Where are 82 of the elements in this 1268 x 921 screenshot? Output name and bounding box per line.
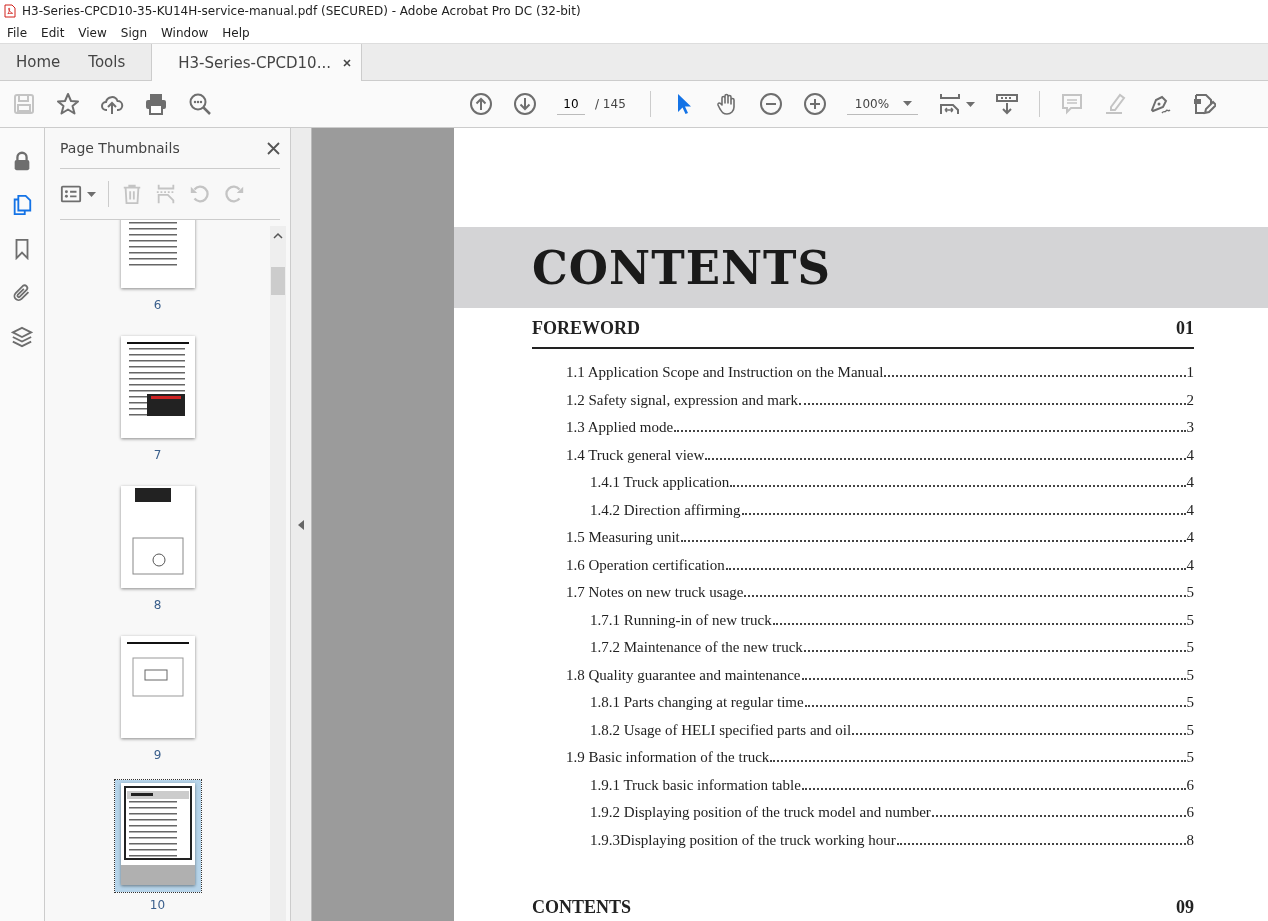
toc-entry[interactable]: 1.8 Quality guarantee and maintenance	[566, 666, 801, 684]
scroll-up-icon[interactable]	[273, 232, 283, 240]
page-number: 2	[1186, 391, 1194, 409]
pages-icon[interactable]	[11, 194, 33, 216]
toc-entry[interactable]: 1.9.2 Displaying position of the truck model and number	[590, 804, 931, 821]
printer-icon[interactable]	[144, 92, 168, 116]
caret-icon[interactable]	[903, 101, 913, 106]
fit-page-icon[interactable]	[938, 92, 963, 116]
page-number: 5	[1186, 666, 1194, 684]
layers-icon[interactable]	[11, 326, 33, 348]
page-number: 4	[1186, 501, 1194, 519]
caret-icon[interactable]	[87, 191, 96, 197]
toc-entry[interactable]: 1.1 Application Scope and Instruction on the Manual	[566, 364, 884, 381]
list-options-icon[interactable]	[60, 183, 82, 205]
menu-item[interactable]: Help	[215, 25, 257, 40]
close-icon[interactable]	[342, 58, 351, 67]
toc-entry[interactable]: 1.9.3Displaying position of the truck working hour	[590, 831, 896, 849]
toc-entry[interactable]: 1.4.1 Truck application	[590, 474, 730, 491]
page-number: 4	[1186, 446, 1194, 464]
menu-item[interactable]: Sign	[113, 25, 154, 40]
toc-entry[interactable]: 1.8.1 Parts changing at regular time	[590, 694, 804, 711]
page-number: 5	[1186, 611, 1194, 629]
page-number-label: 6	[153, 298, 162, 312]
page-number: 4	[1186, 556, 1194, 574]
zoom-out-icon[interactable]	[758, 92, 783, 116]
search-icon[interactable]	[188, 92, 212, 116]
menu-item[interactable]: File	[0, 25, 35, 40]
menu-item[interactable]: Edit	[34, 25, 72, 40]
menu-item[interactable]: View	[71, 25, 114, 40]
page-number-field[interactable]: 10	[557, 93, 585, 115]
menu-item[interactable]: Window	[154, 25, 216, 40]
zoom-dropdown[interactable]: 100%	[846, 93, 919, 115]
page-number: 5	[1186, 584, 1194, 601]
toc-entry[interactable]: 1.3 Applied mode	[566, 419, 674, 436]
toc-entry[interactable]: 1.6 Operation certification	[566, 556, 725, 574]
page-number-label: 8	[153, 598, 162, 612]
page-number: 3	[1186, 419, 1194, 436]
page-heading: CONTENTS	[532, 239, 832, 296]
section-number: 09	[1176, 897, 1194, 918]
page-total: / 145	[595, 97, 626, 111]
tab[interactable]: H3-Series-CPCD10...	[151, 44, 362, 81]
page-number: 6	[1186, 776, 1194, 794]
toc-entry[interactable]: 1.4.2 Direction affirming	[590, 501, 741, 519]
page-thumbnail[interactable]	[120, 783, 195, 885]
section-number: 01	[1176, 318, 1194, 339]
page-number: 5	[1186, 749, 1194, 766]
page-number: 5	[1186, 721, 1194, 739]
page-number: 1	[1186, 364, 1194, 381]
scrollbar-track[interactable]	[270, 226, 286, 921]
page-number-label: 10	[149, 898, 166, 912]
toc-entry[interactable]: 1.4 Truck general view	[566, 446, 705, 464]
section-title: FOREWORD	[532, 318, 640, 339]
page-number-label: 7	[153, 448, 162, 462]
page-number: 4	[1186, 474, 1194, 491]
scroll-mode-icon[interactable]	[995, 92, 1020, 116]
page-number: 4	[1186, 529, 1194, 546]
toc-entry[interactable]: 1.9.1 Truck basic information table	[590, 776, 801, 794]
star-icon[interactable]	[56, 92, 80, 116]
tab[interactable]: Tools	[74, 44, 140, 80]
pdf-file-icon	[4, 4, 16, 18]
page-number: 5	[1186, 694, 1194, 711]
window-title: H3-Series-CPCD10-35-KU14H-service-manual.pdf (SECURED) - Adobe Acrobat Pro DC (32-bit)	[22, 4, 581, 18]
page-number: 6	[1186, 804, 1194, 821]
toc-entry[interactable]: 1.7.2 Maintenance of the new truck	[590, 639, 803, 656]
zoom-in-icon[interactable]	[802, 92, 827, 116]
toc-entry[interactable]: 1.7 Notes on new truck usage	[566, 584, 744, 601]
toc-entry[interactable]: 1.2 Safety signal, expression and mark	[566, 391, 799, 409]
toc-entry[interactable]: 1.7.1 Running-in of new truck	[590, 611, 772, 629]
panel-title: Page Thumbnails	[60, 140, 180, 156]
scrollbar-thumb[interactable]	[271, 267, 285, 295]
caret-icon[interactable]	[966, 101, 976, 107]
tab[interactable]: Home	[0, 44, 75, 80]
page-number: 8	[1186, 831, 1194, 849]
page-number-label: 9	[153, 748, 162, 762]
edit-document-icon[interactable]	[1192, 92, 1217, 116]
collapse-icon[interactable]	[298, 520, 304, 530]
page-number: 5	[1186, 639, 1194, 656]
toc-entry[interactable]: 1.9 Basic information of the truck	[566, 749, 770, 766]
section-title: CONTENTS	[532, 897, 632, 918]
close-icon[interactable]	[267, 141, 280, 155]
toc-entry[interactable]: 1.5 Measuring unit	[566, 529, 680, 546]
toc-entry[interactable]: 1.8.2 Usage of HELI specified parts and oil	[590, 721, 852, 739]
